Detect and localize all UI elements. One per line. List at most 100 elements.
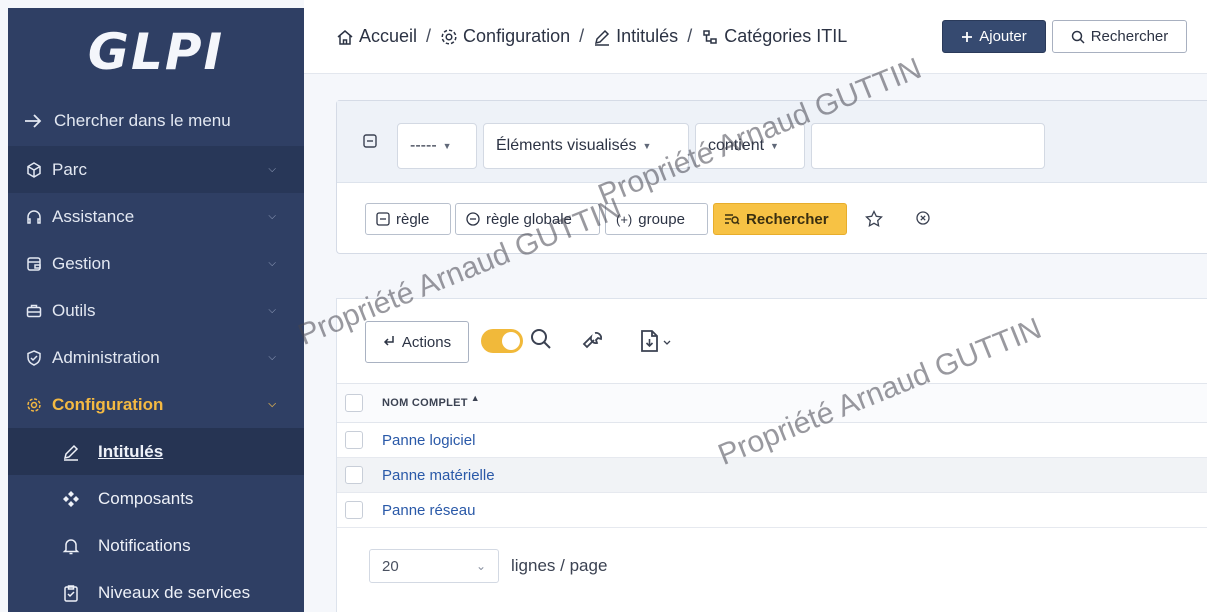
caret-down-icon: ▼ [442,141,452,151]
chevron-down-icon: ⌵ [268,352,276,363]
sidebar-item-assistance[interactable]: Assistance ⌵ [8,193,304,240]
sidebar-subitem-label: Composants [98,488,194,508]
sort-up-icon[interactable]: ▲ [471,393,480,403]
edit-pencil-icon [62,443,98,461]
criteria-search-button[interactable]: Rechercher [713,203,847,235]
breadcrumb-home[interactable]: Accueil [336,26,417,47]
search-icon[interactable] [529,327,553,351]
gear-icon [441,28,457,45]
sidebar: GLPI Chercher dans le menu Parc ⌵ Assist… [8,8,304,612]
sidebar-subitem-label: Notifications [98,535,191,555]
rows-per-page-value: 20 [382,557,399,575]
table-row: Panne réseau [337,493,1207,528]
arrow-right-icon [24,113,54,129]
clipboard-check-icon [62,584,98,602]
row-checkbox[interactable] [345,466,363,484]
breadcrumb-intitules[interactable]: Intitulés [593,26,678,47]
add-button[interactable]: Ajouter [942,20,1046,53]
plus-icon [962,31,973,42]
caret-down-icon: ▼ [770,141,779,151]
wrench-icon[interactable] [581,329,605,353]
breadcrumb-label: Catégories ITIL [724,26,848,46]
add-button-label: Ajouter [979,28,1027,45]
sidebar-subitem-niveaux-de-services[interactable]: Niveaux de services [8,569,304,612]
reset-circle-icon[interactable] [915,210,931,226]
hierarchy-icon [703,29,717,44]
wallet-icon [26,256,52,272]
operator-select[interactable]: contient ▼ [695,123,805,169]
export-file-icon[interactable] [639,329,673,353]
collapse-minus-icon[interactable] [363,134,377,153]
menu-search[interactable]: Chercher dans le menu [8,96,304,146]
breadcrumb-separator: / [687,26,693,46]
sidebar-item-label: Configuration [52,394,164,414]
actions-button[interactable]: Actions [365,321,469,363]
sidebar-item-label: Parc [52,159,87,179]
column-header-nom-complet[interactable]: NOM COMPLET [382,397,468,409]
sidebar-item-outils[interactable]: Outils ⌵ [8,287,304,334]
circle-plus-icon [466,212,480,226]
search-icon [1071,30,1085,44]
rows-per-page-select[interactable]: 20 ⌄ [369,549,499,583]
results-table: NOM COMPLET ▲ Panne logiciel Panne matér… [337,383,1207,528]
top-bar: Accueil / Configuration / Intitulés / Ca… [304,0,1207,74]
add-rule-button[interactable]: règle [365,203,451,235]
header-search-label: Rechercher [1090,28,1169,45]
breadcrumb-categories-itil[interactable]: Catégories ITIL [701,26,847,47]
criteria-search-label: Rechercher [746,210,829,228]
row-checkbox[interactable] [345,431,363,449]
select-all-checkbox[interactable] [345,394,363,412]
star-icon[interactable] [865,210,883,228]
results-panel: Actions NOM COMPLET ▲ Panne logiciel Pan… [336,298,1207,612]
breadcrumb: Accueil / Configuration / Intitulés / Ca… [336,26,847,47]
add-global-rule-label: règle globale [486,210,572,228]
row-name-link[interactable]: Panne matérielle [382,467,495,484]
cube-icon [26,161,52,178]
criteria-value-input[interactable] [811,123,1045,169]
sidebar-subitem-notifications[interactable]: Notifications [8,522,304,569]
field-select-value: Éléments visualisés [496,137,637,154]
row-checkbox[interactable] [345,501,363,519]
sidebar-item-label: Gestion [52,253,111,273]
components-icon [62,490,98,508]
sidebar-subitem-label: Niveaux de services [98,582,251,602]
chevron-down-icon: ⌵ [268,211,276,222]
sidebar-item-gestion[interactable]: Gestion ⌵ [8,240,304,287]
breadcrumb-configuration[interactable]: Configuration [440,26,570,47]
add-global-rule-button[interactable]: règle globale [455,203,600,235]
sidebar-subitem-composants[interactable]: Composants [8,475,304,522]
square-plus-icon [376,212,390,226]
criteria-actions: règle règle globale (+) groupe Recherche… [337,183,1207,255]
shield-check-icon [26,349,52,366]
add-rule-label: règle [396,210,430,228]
rows-per-page-label: lignes / page [511,556,608,575]
edit-pencil-icon [595,29,610,46]
sidebar-item-label: Outils [52,300,96,320]
field-select[interactable]: Éléments visualisés ▼ [483,123,689,169]
operator-select-value: contient [708,137,765,154]
home-icon [337,29,353,45]
table-header-row: NOM COMPLET ▲ [337,383,1207,423]
sidebar-item-configuration[interactable]: Configuration ⌵ [8,381,304,428]
actions-label: Actions [401,333,452,351]
breadcrumb-separator: / [579,26,585,46]
link-select[interactable]: ----- ▼ [397,123,477,169]
sidebar-subitem-intitules[interactable]: Intitulés [8,428,304,475]
sidebar-item-label: Administration [52,347,160,367]
chevron-down-icon: ⌵ [268,399,276,410]
glpi-logo[interactable]: GLPI [8,8,304,96]
chevron-down-icon: ⌵ [268,305,276,316]
sidebar-item-parc[interactable]: Parc ⌵ [8,146,304,193]
criteria-row: ----- ▼ Éléments visualisés ▼ contient ▼ [337,101,1207,183]
sidebar-item-administration[interactable]: Administration ⌵ [8,334,304,381]
row-name-link[interactable]: Panne réseau [382,502,475,519]
filter-search-icon [725,214,740,225]
sidebar-item-label: Assistance [52,206,135,226]
breadcrumb-label: Configuration [463,26,571,46]
search-toggle-switch[interactable] [481,329,523,353]
row-name-link[interactable]: Panne logiciel [382,432,475,449]
table-row: Panne logiciel [337,423,1207,458]
header-search-button[interactable]: Rechercher [1052,20,1187,53]
bell-icon [62,537,98,555]
add-group-button[interactable]: (+) groupe [605,203,708,235]
